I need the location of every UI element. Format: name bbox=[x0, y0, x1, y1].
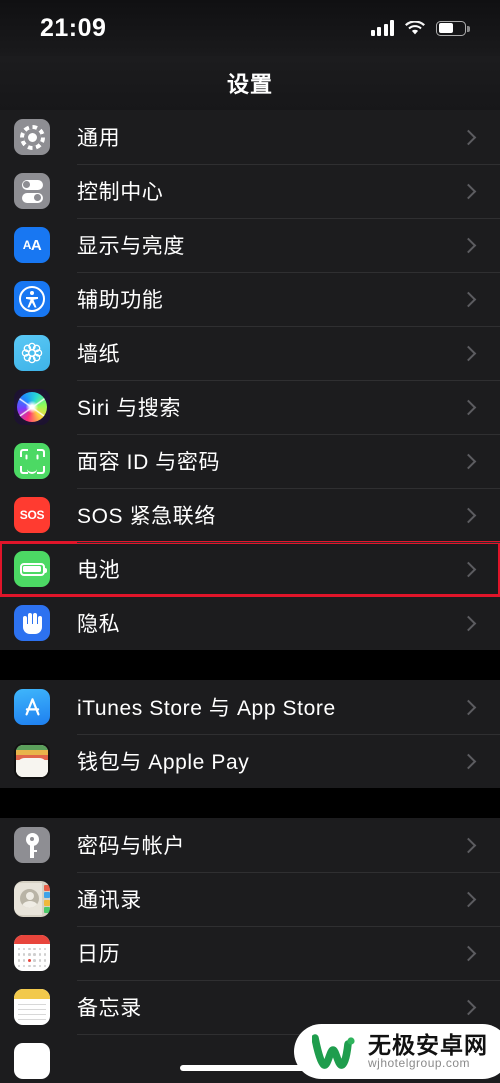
chevron-right-icon bbox=[460, 453, 477, 469]
display-brightness-icon: AA bbox=[14, 227, 50, 263]
settings-row-general[interactable]: 通用 bbox=[0, 110, 500, 164]
face-id-icon bbox=[14, 443, 50, 479]
settings-screen: 21:09 设置 通用 控制中心 A A 显示与亮度 辅助功能 墙纸 Siri … bbox=[0, 0, 500, 1083]
status-bar: 21:09 bbox=[0, 0, 500, 56]
settings-list: 通用 控制中心 AA 显示与亮度 辅助功能 墙纸 Siri 与搜索 面容 ID … bbox=[0, 110, 500, 1083]
settings-row-battery[interactable]: 电池 bbox=[0, 541, 500, 597]
settings-row-contacts[interactable]: 通讯录 bbox=[0, 872, 500, 926]
chevron-right-icon bbox=[460, 399, 477, 415]
contacts-icon bbox=[14, 881, 50, 917]
notes-icon bbox=[14, 989, 50, 1025]
settings-row-label: 钱包与 Apple Pay bbox=[77, 751, 250, 774]
wifi-icon bbox=[405, 19, 425, 36]
navigation-bar: 设置 bbox=[0, 56, 500, 110]
settings-row-label: 隐私 bbox=[77, 613, 121, 636]
chevron-right-icon bbox=[460, 291, 477, 307]
privacy-hand-icon bbox=[14, 605, 50, 641]
settings-row-calendar[interactable]: 日历 bbox=[0, 926, 500, 980]
settings-row-label: 面容 ID 与密码 bbox=[77, 451, 221, 474]
settings-row-siri-search[interactable]: Siri 与搜索 bbox=[0, 380, 500, 434]
chevron-right-icon bbox=[460, 753, 477, 769]
watermark-url: wjhotelgroup.com bbox=[368, 1056, 471, 1071]
w-logo-icon bbox=[311, 1033, 356, 1070]
settings-row-label: SOS 紧急联络 bbox=[77, 505, 216, 528]
settings-row-control-center[interactable]: 控制中心 bbox=[0, 164, 500, 218]
key-icon bbox=[14, 827, 50, 863]
chevron-right-icon bbox=[460, 237, 477, 253]
battery-settings-icon bbox=[14, 551, 50, 587]
watermark: 无极安卓网 wjhotelgroup.com bbox=[294, 1024, 500, 1079]
chevron-right-icon bbox=[460, 561, 477, 577]
wallet-icon bbox=[14, 743, 50, 779]
settings-row-emergency-sos[interactable]: SOS SOS 紧急联络 bbox=[0, 488, 500, 542]
settings-row-itunes-app-store[interactable]: iTunes Store 与 App Store bbox=[0, 680, 500, 734]
settings-row-label: 通讯录 bbox=[77, 889, 142, 912]
cellular-bars-icon bbox=[370, 20, 394, 36]
wallpaper-icon bbox=[14, 335, 50, 371]
settings-row-display-brightness[interactable]: AA 显示与亮度 bbox=[0, 218, 500, 272]
settings-row-label: 密码与帐户 bbox=[77, 835, 185, 858]
settings-row-label: Siri 与搜索 bbox=[77, 397, 181, 420]
siri-icon bbox=[14, 389, 50, 425]
gear-icon bbox=[14, 119, 50, 155]
calendar-icon bbox=[14, 935, 50, 971]
settings-row-label: 备忘录 bbox=[77, 997, 142, 1020]
accessibility-icon bbox=[14, 281, 50, 317]
partial-row-icon bbox=[14, 1043, 50, 1079]
sos-icon: SOS bbox=[14, 497, 50, 533]
watermark-text: 无极安卓网 wjhotelgroup.com bbox=[368, 1033, 488, 1070]
settings-row-face-id-passcode[interactable]: 面容 ID 与密码 bbox=[0, 434, 500, 488]
settings-row-label: 电池 bbox=[77, 559, 121, 582]
settings-row-label: 墙纸 bbox=[77, 343, 121, 366]
settings-row-privacy[interactable]: 隐私 bbox=[0, 596, 500, 650]
status-indicators bbox=[370, 19, 470, 36]
settings-row-label: 通用 bbox=[77, 127, 121, 150]
chevron-right-icon bbox=[460, 507, 477, 523]
chevron-right-icon bbox=[460, 891, 477, 907]
chevron-right-icon bbox=[460, 837, 477, 853]
settings-row-label: 辅助功能 bbox=[77, 289, 164, 312]
settings-row-wallet-apple-pay[interactable]: 钱包与 Apple Pay bbox=[0, 734, 500, 788]
chevron-right-icon bbox=[460, 999, 477, 1015]
chevron-right-icon bbox=[460, 129, 477, 145]
settings-row-label: 日历 bbox=[77, 943, 121, 966]
battery-icon bbox=[436, 20, 470, 36]
settings-row-label: 控制中心 bbox=[77, 181, 164, 204]
settings-row-passwords-accounts[interactable]: 密码与帐户 bbox=[0, 818, 500, 872]
group-separator bbox=[0, 788, 500, 818]
chevron-right-icon bbox=[460, 183, 477, 199]
page-title: 设置 bbox=[226, 72, 273, 97]
control-center-icon bbox=[14, 173, 50, 209]
app-store-icon bbox=[14, 689, 50, 725]
status-clock: 21:09 bbox=[40, 13, 107, 42]
settings-row-wallpaper[interactable]: 墙纸 bbox=[0, 326, 500, 380]
settings-group-2: iTunes Store 与 App Store 钱包与 Apple Pay bbox=[0, 680, 500, 788]
settings-row-accessibility[interactable]: 辅助功能 bbox=[0, 272, 500, 326]
group-separator bbox=[0, 650, 500, 680]
chevron-right-icon bbox=[460, 945, 477, 961]
chevron-right-icon bbox=[460, 699, 477, 715]
chevron-right-icon bbox=[460, 615, 477, 631]
chevron-right-icon bbox=[460, 345, 477, 361]
settings-group-1: 通用 控制中心 AA 显示与亮度 辅助功能 墙纸 Siri 与搜索 面容 ID … bbox=[0, 110, 500, 650]
settings-row-label: iTunes Store 与 App Store bbox=[77, 697, 336, 720]
watermark-title: 无极安卓网 bbox=[368, 1032, 488, 1059]
settings-row-label: 显示与亮度 bbox=[77, 235, 185, 258]
